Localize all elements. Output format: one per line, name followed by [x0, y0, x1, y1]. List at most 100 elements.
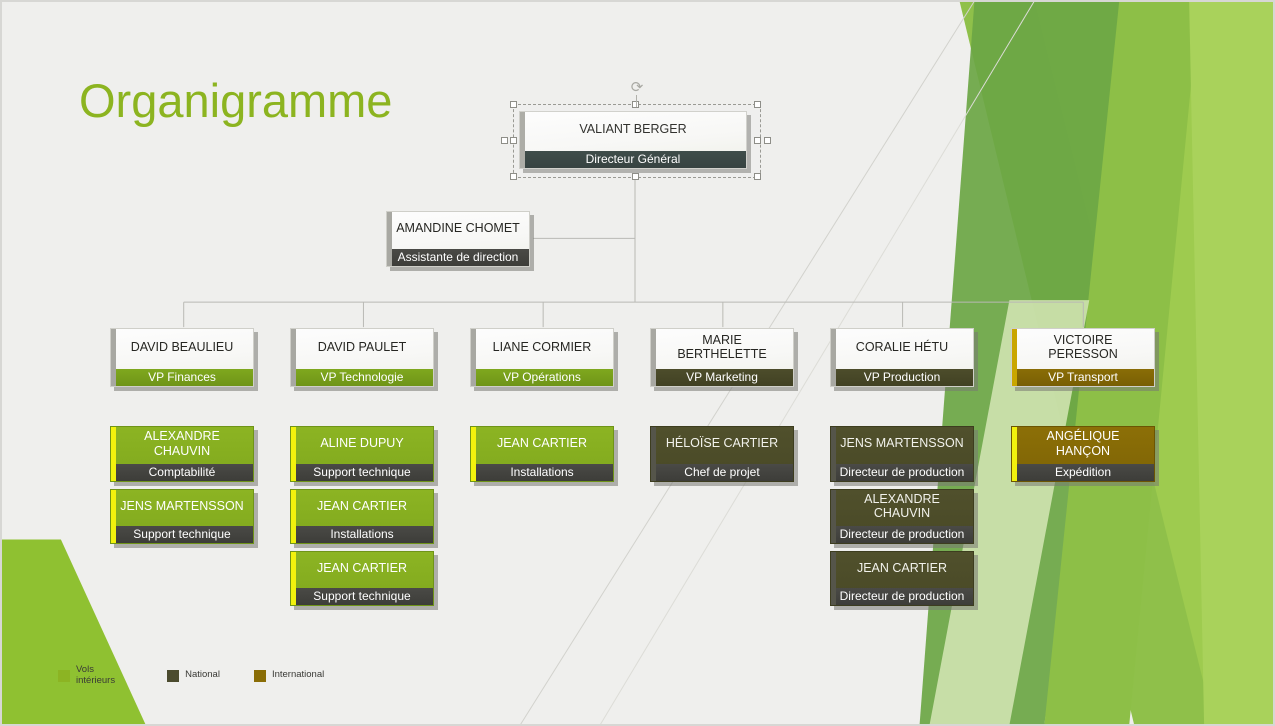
resize-handle-ne[interactable] — [754, 101, 761, 108]
org-node-vp-marketing[interactable]: MARIE BERTHELETTE VP Marketing — [650, 328, 798, 391]
node-accent-edge — [291, 490, 296, 543]
node-accent-edge — [651, 329, 656, 386]
node-person-name: JEAN CARTIER — [316, 560, 408, 575]
node-role-label: VP Marketing — [651, 369, 793, 386]
node-accent-edge — [831, 552, 836, 605]
org-node-vp-finances[interactable]: DAVID BEAULIEU VP Finances — [110, 328, 258, 391]
node-body: VICTOIRE PERESSON VP Transport — [1011, 328, 1155, 387]
page-title: Organigramme — [79, 74, 393, 127]
legend-swatch-icon — [167, 669, 180, 682]
org-node-installations-1[interactable]: JEAN CARTIER Installations — [470, 426, 618, 486]
legend-item-national: National — [167, 670, 220, 682]
node-body: ALINE DUPUY Support technique — [290, 426, 434, 482]
node-body: CORALIE HÉTU VP Production — [830, 328, 974, 387]
node-person-name: MARIE BERTHELETTE — [677, 332, 767, 361]
resize-handle-w[interactable] — [510, 137, 517, 144]
org-node-aline-dupuy[interactable]: ALINE DUPUY Support technique — [290, 426, 438, 486]
node-role-label: Expédition — [1012, 464, 1154, 481]
resize-handle-e-outer[interactable] — [764, 137, 771, 144]
selection-frame — [513, 104, 761, 178]
legend-swatch-icon — [253, 669, 266, 682]
legend-label: International — [271, 669, 325, 681]
org-node-dir-production-3[interactable]: JEAN CARTIER Directeur de production — [830, 551, 978, 610]
node-person-name: JEAN CARTIER — [496, 436, 588, 451]
node-person-name: DAVID PAULET — [317, 339, 407, 354]
org-node-vp-production[interactable]: CORALIE HÉTU VP Production — [830, 328, 978, 391]
node-person-name: DAVID BEAULIEU — [130, 339, 234, 354]
org-node-expedition[interactable]: ANGÉLIQUE HANÇON Expédition — [1011, 426, 1159, 486]
node-accent-edge — [471, 427, 476, 481]
node-person-name: CORALIE HÉTU — [855, 339, 949, 354]
node-accent-edge — [291, 427, 296, 481]
node-person-name: JENS MARTENSSON — [120, 498, 244, 513]
resize-handle-nw[interactable] — [510, 101, 517, 108]
org-node-support-technique-1[interactable]: JENS MARTENSSON Support technique — [110, 489, 258, 548]
node-accent-edge — [111, 490, 116, 543]
node-role-label: Directeur de production — [831, 464, 973, 481]
node-accent-edge — [651, 427, 656, 481]
node-body: ALEXANDRE CHAUVIN Directeur de productio… — [830, 489, 974, 544]
resize-handle-sw[interactable] — [510, 173, 517, 180]
node-role-label: Support technique — [291, 464, 433, 481]
resize-handle-se[interactable] — [754, 173, 761, 180]
node-body: DAVID BEAULIEU VP Finances — [110, 328, 254, 387]
node-role-label: VP Production — [831, 369, 973, 386]
org-node-vp-operations[interactable]: LIANE CORMIER VP Opérations — [470, 328, 618, 391]
node-role-label: Support technique — [291, 588, 433, 605]
node-body: JEAN CARTIER Support technique — [290, 551, 434, 606]
node-role-label: Installations — [291, 526, 433, 543]
node-role-label: Directeur de production — [831, 588, 973, 605]
legend-item-international: International — [253, 669, 325, 682]
org-node-comptabilite[interactable]: ALEXANDRE CHAUVIN Comptabilité — [110, 426, 258, 486]
legend-swatch-icon — [58, 669, 70, 682]
org-node-installations-2[interactable]: JEAN CARTIER Installations — [290, 489, 438, 548]
node-accent-edge — [831, 490, 836, 543]
legend-item-vols-interieurs: Vols intérieurs — [58, 664, 116, 687]
node-body: LIANE CORMIER VP Opérations — [470, 328, 614, 387]
org-node-dir-production-1[interactable]: JENS MARTENSSON Directeur de production — [830, 426, 978, 486]
org-node-chef-de-projet[interactable]: HÉLOÏSE CARTIER Chef de projet — [650, 426, 798, 486]
org-node-vp-transport[interactable]: VICTOIRE PERESSON VP Transport — [1011, 328, 1159, 391]
org-node-support-technique-3[interactable]: JEAN CARTIER Support technique — [290, 551, 438, 610]
node-body: JEAN CARTIER Installations — [290, 489, 434, 544]
node-accent-edge — [111, 329, 116, 386]
node-role-label: Installations — [471, 464, 613, 481]
node-accent-edge — [111, 427, 116, 481]
node-body: ALEXANDRE CHAUVIN Comptabilité — [110, 426, 254, 482]
node-role-label: Chef de projet — [651, 464, 793, 481]
org-node-vp-technologie[interactable]: DAVID PAULET VP Technologie — [290, 328, 438, 391]
node-accent-edge — [291, 552, 296, 605]
node-role-label: Comptabilité — [111, 464, 253, 481]
node-person-name: VICTOIRE PERESSON — [1048, 332, 1118, 361]
resize-handle-s[interactable] — [632, 173, 639, 180]
node-body: MARIE BERTHELETTE VP Marketing — [650, 328, 794, 387]
rotate-icon[interactable]: ⟳ — [630, 80, 644, 105]
node-body: JENS MARTENSSON Support technique — [110, 489, 254, 544]
node-accent-edge — [1012, 427, 1017, 481]
node-accent-edge — [831, 329, 836, 386]
node-accent-edge — [291, 329, 296, 386]
resize-handle-w-outer[interactable] — [501, 137, 508, 144]
node-body: JENS MARTENSSON Directeur de production — [830, 426, 974, 482]
node-person-name: JENS MARTENSSON — [840, 436, 964, 451]
node-person-name: ANGÉLIQUE HANÇON — [1046, 429, 1120, 458]
node-body: JEAN CARTIER Directeur de production — [830, 551, 974, 606]
legend-label: National — [185, 669, 220, 681]
node-role-label: Support technique — [111, 526, 253, 543]
node-role-label: Assistante de direction — [387, 249, 529, 266]
node-role-label: VP Finances — [111, 369, 253, 386]
org-node-dir-production-2[interactable]: ALEXANDRE CHAUVIN Directeur de productio… — [830, 489, 978, 548]
node-body: JEAN CARTIER Installations — [470, 426, 614, 482]
node-role-label: VP Technologie — [291, 369, 433, 386]
node-role-label: VP Transport — [1012, 369, 1154, 386]
org-node-assistant[interactable]: AMANDINE CHOMET Assistante de direction — [386, 211, 534, 271]
node-body: HÉLOÏSE CARTIER Chef de projet — [650, 426, 794, 482]
legend: Vols intérieurs National International — [58, 664, 346, 687]
resize-handle-e[interactable] — [754, 137, 761, 144]
node-person-name: ALEXANDRE CHAUVIN — [864, 491, 940, 520]
node-person-name: LIANE CORMIER — [492, 339, 592, 354]
node-body: ANGÉLIQUE HANÇON Expédition — [1011, 426, 1155, 482]
node-accent-edge — [387, 212, 392, 266]
node-person-name: JEAN CARTIER — [856, 560, 948, 575]
legend-label: Vols intérieurs — [76, 664, 116, 686]
